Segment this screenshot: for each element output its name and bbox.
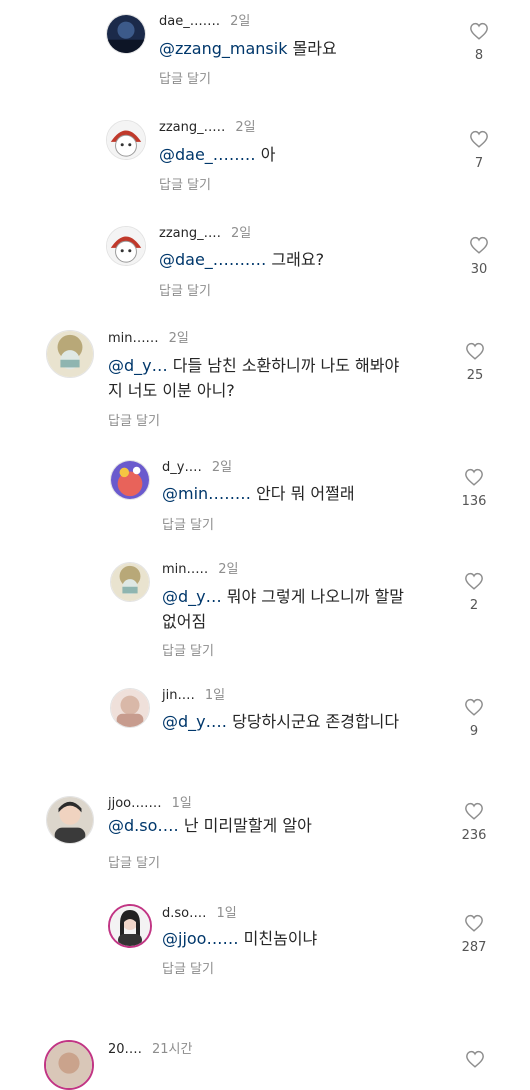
mention-link[interactable]: @d_y․․․ (108, 356, 168, 375)
comment-text: 당당하시군요 존경합니다 (227, 712, 400, 731)
mention-link[interactable]: @min․․․․․․․․ (162, 484, 251, 503)
like-control: 7 (464, 130, 494, 171)
like-control: 30 (464, 236, 494, 277)
timestamp: 21시간 (151, 1042, 193, 1057)
username[interactable]: d.so․․․․ (162, 906, 207, 921)
like-count: 8 (474, 48, 484, 63)
avatar[interactable] (106, 120, 146, 160)
reply-button[interactable]: 답글 달기 (159, 68, 211, 87)
reply-button[interactable]: 답글 달기 (159, 174, 211, 193)
reply-button[interactable]: 답글 달기 (108, 852, 160, 871)
username[interactable]: min․․․․․․ (108, 331, 159, 346)
comment-text: 미친놈이냐 (238, 929, 318, 948)
timestamp: 2일 (218, 562, 239, 577)
timestamp: 1일 (204, 688, 226, 703)
avatar[interactable] (110, 460, 150, 500)
timestamp: 1일 (171, 796, 192, 811)
username[interactable]: min․․․․․ (162, 562, 208, 577)
like-count: 30 (470, 262, 488, 277)
like-count: 136 (461, 494, 487, 509)
like-count: 9 (469, 724, 479, 739)
username[interactable]: jjoo․․․․․․․ (108, 796, 162, 811)
reply-button[interactable]: 답글 달기 (159, 280, 211, 299)
avatar[interactable] (106, 14, 146, 54)
comment-text: 아 (255, 145, 276, 164)
heart-icon[interactable] (464, 698, 484, 716)
comment-text-line2: 없어짐 (162, 612, 207, 631)
reply-button[interactable]: 답글 달기 (162, 958, 214, 977)
heart-icon[interactable] (469, 130, 489, 148)
username[interactable]: 20․․․․ (108, 1042, 142, 1057)
timestamp: 2일 (235, 120, 256, 135)
heart-icon[interactable] (464, 802, 484, 820)
timestamp: 2일 (211, 460, 233, 475)
avatar[interactable] (46, 330, 94, 378)
reply-button[interactable]: 답글 달기 (162, 514, 214, 533)
like-control: 9 (459, 698, 489, 739)
mention-link[interactable]: @dae_․․․․․․․․․․ (159, 250, 266, 269)
comment-text-line2: 지 너도 이분 아니? (108, 381, 235, 400)
avatar[interactable] (106, 226, 146, 266)
like-control: 287 (459, 914, 489, 955)
avatar[interactable] (110, 688, 150, 728)
mention-link[interactable]: @dae_․․․․․․․․ (159, 145, 256, 164)
timestamp: 2일 (231, 226, 252, 241)
avatar[interactable] (110, 562, 150, 602)
like-count: 7 (474, 156, 484, 171)
comment-text: 다들 남친 소환하니까 나도 해봐야 (167, 356, 400, 375)
like-count: 287 (461, 940, 487, 955)
heart-icon[interactable] (469, 236, 489, 254)
timestamp: 1일 (216, 906, 237, 921)
like-control: 136 (459, 468, 489, 509)
avatar[interactable] (108, 904, 152, 948)
like-control: 236 (459, 802, 489, 843)
mention-link[interactable]: @zzang_mansik (159, 39, 287, 58)
username[interactable]: dae_․․․․․․․ (159, 14, 220, 29)
mention-link[interactable]: @d.so․․․․ (108, 816, 179, 835)
heart-icon[interactable] (465, 1050, 485, 1068)
username[interactable]: d_y․․․․ (162, 460, 202, 475)
username[interactable]: zzang_․․․․․ (159, 120, 225, 135)
mention-link[interactable]: @d_y․․․․ (162, 712, 227, 731)
comment-text: 안다 뭐 어쩔래 (250, 484, 355, 503)
like-count: 2 (469, 598, 479, 613)
heart-icon[interactable] (464, 914, 484, 932)
heart-icon[interactable] (464, 572, 484, 590)
comment-text: 몰라요 (287, 39, 337, 58)
like-control: 2 (459, 572, 489, 613)
like-control (460, 1050, 490, 1068)
avatar[interactable] (44, 1040, 94, 1090)
like-control: 8 (464, 22, 494, 63)
timestamp: 2일 (168, 331, 189, 346)
username[interactable]: zzang_․․․․ (159, 226, 221, 241)
comment-text: 난 미리말할게 알아 (178, 816, 312, 835)
mention-link[interactable]: @jjoo․․․․․․ (162, 929, 239, 948)
reply-button[interactable]: 답글 달기 (162, 640, 214, 659)
heart-icon[interactable] (464, 468, 484, 486)
like-count: 25 (466, 368, 484, 383)
mention-link[interactable]: @d_y․․․ (162, 587, 222, 606)
heart-icon[interactable] (465, 342, 485, 360)
reply-button[interactable]: 답글 달기 (108, 410, 160, 429)
comment-text: 뭐야 그렇게 나오니까 할말 (221, 587, 404, 606)
heart-icon[interactable] (469, 22, 489, 40)
avatar[interactable] (46, 796, 94, 844)
timestamp: 2일 (230, 14, 251, 29)
comment-text: 그래요? (266, 250, 325, 269)
like-count: 236 (461, 828, 487, 843)
like-control: 25 (460, 342, 490, 383)
username[interactable]: jin․․․․ (162, 688, 195, 703)
